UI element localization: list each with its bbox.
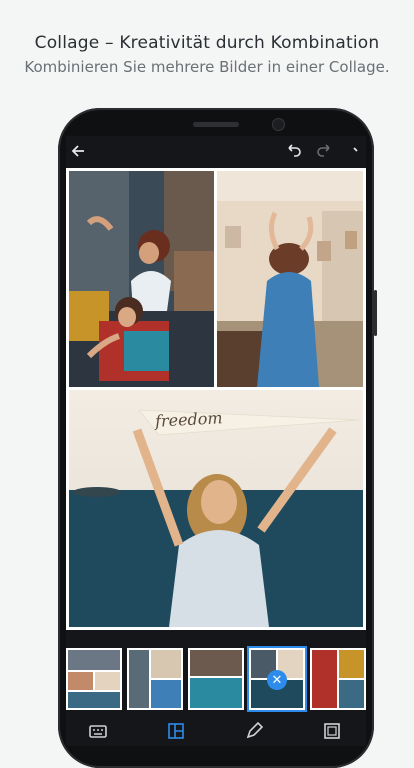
pencil-icon[interactable] (242, 719, 266, 743)
collage-photo-friends[interactable] (69, 171, 214, 387)
phone-side-button (374, 290, 377, 336)
top-toolbar (66, 136, 366, 166)
frame-icon[interactable] (320, 719, 344, 743)
hero-header: Collage – Kreativität durch Kombination … (0, 33, 414, 76)
redo-icon[interactable] (314, 140, 336, 162)
keyboard-icon[interactable] (86, 719, 110, 743)
collage-canvas[interactable]: freedom (66, 168, 366, 630)
phone-camera (272, 118, 285, 131)
banner-text: freedom (154, 408, 224, 431)
layout-thumb-1[interactable] (66, 648, 122, 710)
bottom-toolbar (66, 716, 366, 746)
phone-speaker (193, 122, 239, 127)
collage-photo-dancer[interactable] (217, 171, 363, 387)
layout-thumb-4[interactable]: ✕ (249, 648, 305, 710)
selected-check-icon: ✕ (267, 670, 287, 690)
layout-thumb-5[interactable] (310, 648, 366, 710)
layout-thumbnail-strip: ✕ (66, 640, 366, 710)
layout-thumb-3[interactable] (188, 648, 244, 710)
app-screen: freedom ✕ (66, 136, 366, 746)
phone-frame: freedom ✕ (58, 108, 377, 768)
more-icon[interactable] (346, 140, 366, 162)
undo-icon[interactable] (282, 140, 304, 162)
layout-thumb-2[interactable] (127, 648, 183, 710)
hero-subtitle: Kombinieren Sie mehrere Bilder in einer … (24, 58, 390, 76)
layout-icon[interactable] (164, 719, 188, 743)
collage-photo-freedom[interactable]: freedom (69, 390, 363, 627)
back-arrow-icon[interactable] (68, 140, 90, 162)
hero-title: Collage – Kreativität durch Kombination (34, 33, 380, 53)
